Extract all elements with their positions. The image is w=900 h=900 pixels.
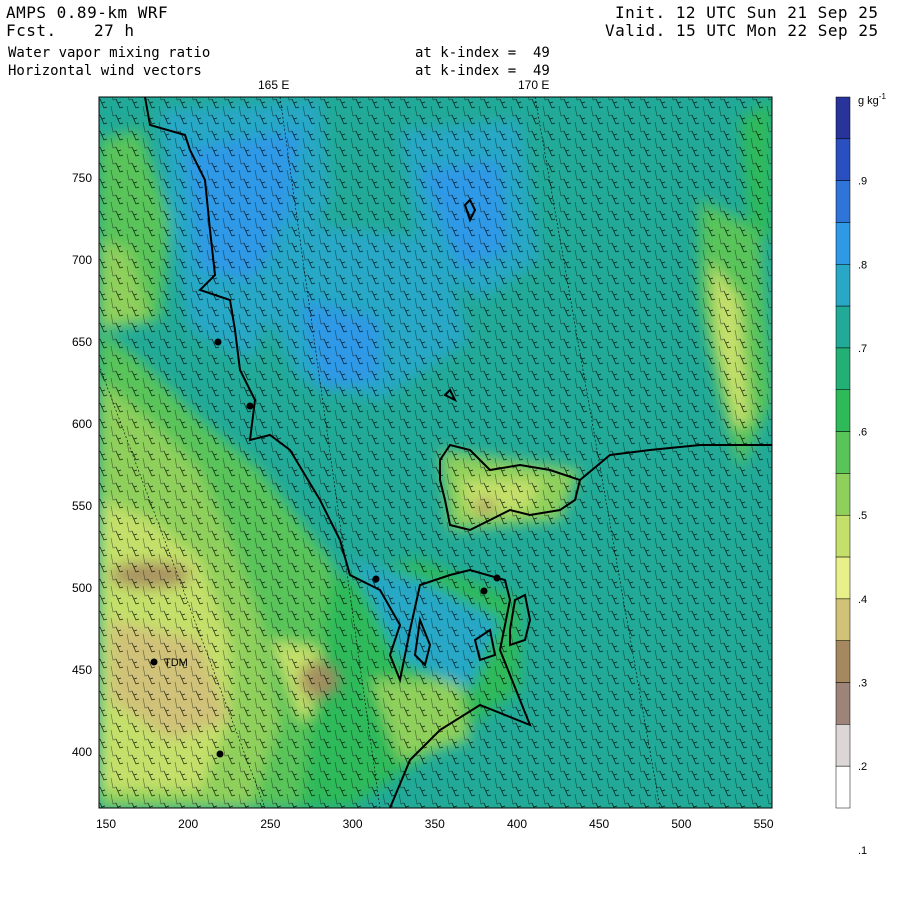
y-axis: 750 700 650 600 550 500 450 400 (72, 171, 92, 759)
colorbar-swatch (835, 724, 851, 767)
colorbar-swatch (835, 305, 851, 349)
x-tick-label: 200 (178, 817, 198, 831)
map-figure: TDM 150 200 250 300 350 400 450 500 550 750 700 65… (72, 92, 886, 857)
station-marker (246, 402, 254, 410)
colorbar-swatch (835, 473, 851, 516)
colorbar: .9.8.7.6.5.4.3.2.10 (835, 96, 867, 857)
y-tick-label: 600 (72, 417, 92, 431)
colorbar-units: g kg-1 (858, 92, 886, 107)
x-tick-label: 550 (754, 817, 774, 831)
colorbar-swatch (835, 180, 851, 223)
station-label-tdm: TDM (164, 657, 188, 669)
x-tick-label: 450 (589, 817, 609, 831)
y-tick-label: 750 (72, 171, 92, 185)
colorbar-label: .2 (858, 761, 867, 773)
station-marker-tdm (150, 658, 158, 666)
x-tick-label: 150 (96, 817, 116, 831)
colorbar-label: .6 (858, 427, 867, 439)
colorbar-swatch (835, 640, 851, 683)
station-marker (372, 575, 380, 583)
amps-wrf-plot: { "header": { "model": "AMPS 0.89-km WRF… (0, 0, 900, 900)
colorbar-label: .5 (858, 510, 867, 522)
x-tick-label: 300 (343, 817, 363, 831)
colorbar-swatch (835, 556, 851, 600)
colorbar-label: .9 (858, 176, 867, 188)
x-tick-label: 500 (671, 817, 691, 831)
station-marker (493, 574, 501, 582)
y-tick-label: 550 (72, 499, 92, 513)
colorbar-swatch (835, 96, 851, 140)
colorbar-swatch (835, 598, 851, 641)
colorbar-label: .4 (858, 594, 867, 606)
colorbar-label: .8 (858, 259, 867, 271)
colorbar-swatch (835, 389, 851, 432)
y-tick-label: 450 (72, 663, 92, 677)
moisture-field (99, 97, 772, 808)
y-tick-label: 400 (72, 745, 92, 759)
y-tick-label: 650 (72, 335, 92, 349)
colorbar-label: .3 (858, 678, 867, 690)
colorbar-label: .1 (858, 845, 867, 857)
colorbar-swatch (835, 138, 851, 181)
colorbar-label: .7 (858, 343, 867, 355)
x-tick-label: 400 (507, 817, 527, 831)
y-tick-label: 500 (72, 581, 92, 595)
station-marker (216, 750, 224, 758)
colorbar-swatch (835, 222, 851, 265)
x-tick-label: 350 (425, 817, 445, 831)
x-tick-label: 250 (260, 817, 280, 831)
colorbar-swatch (835, 682, 851, 725)
colorbar-swatch (835, 514, 851, 558)
colorbar-swatch (835, 765, 851, 809)
colorbar-swatch (835, 431, 851, 474)
y-tick-label: 700 (72, 253, 92, 267)
colorbar-swatch (835, 264, 851, 307)
x-axis: 150 200 250 300 350 400 450 500 550 (96, 817, 774, 831)
station-marker (480, 587, 488, 595)
station-marker (214, 338, 222, 346)
colorbar-swatch (835, 347, 851, 391)
